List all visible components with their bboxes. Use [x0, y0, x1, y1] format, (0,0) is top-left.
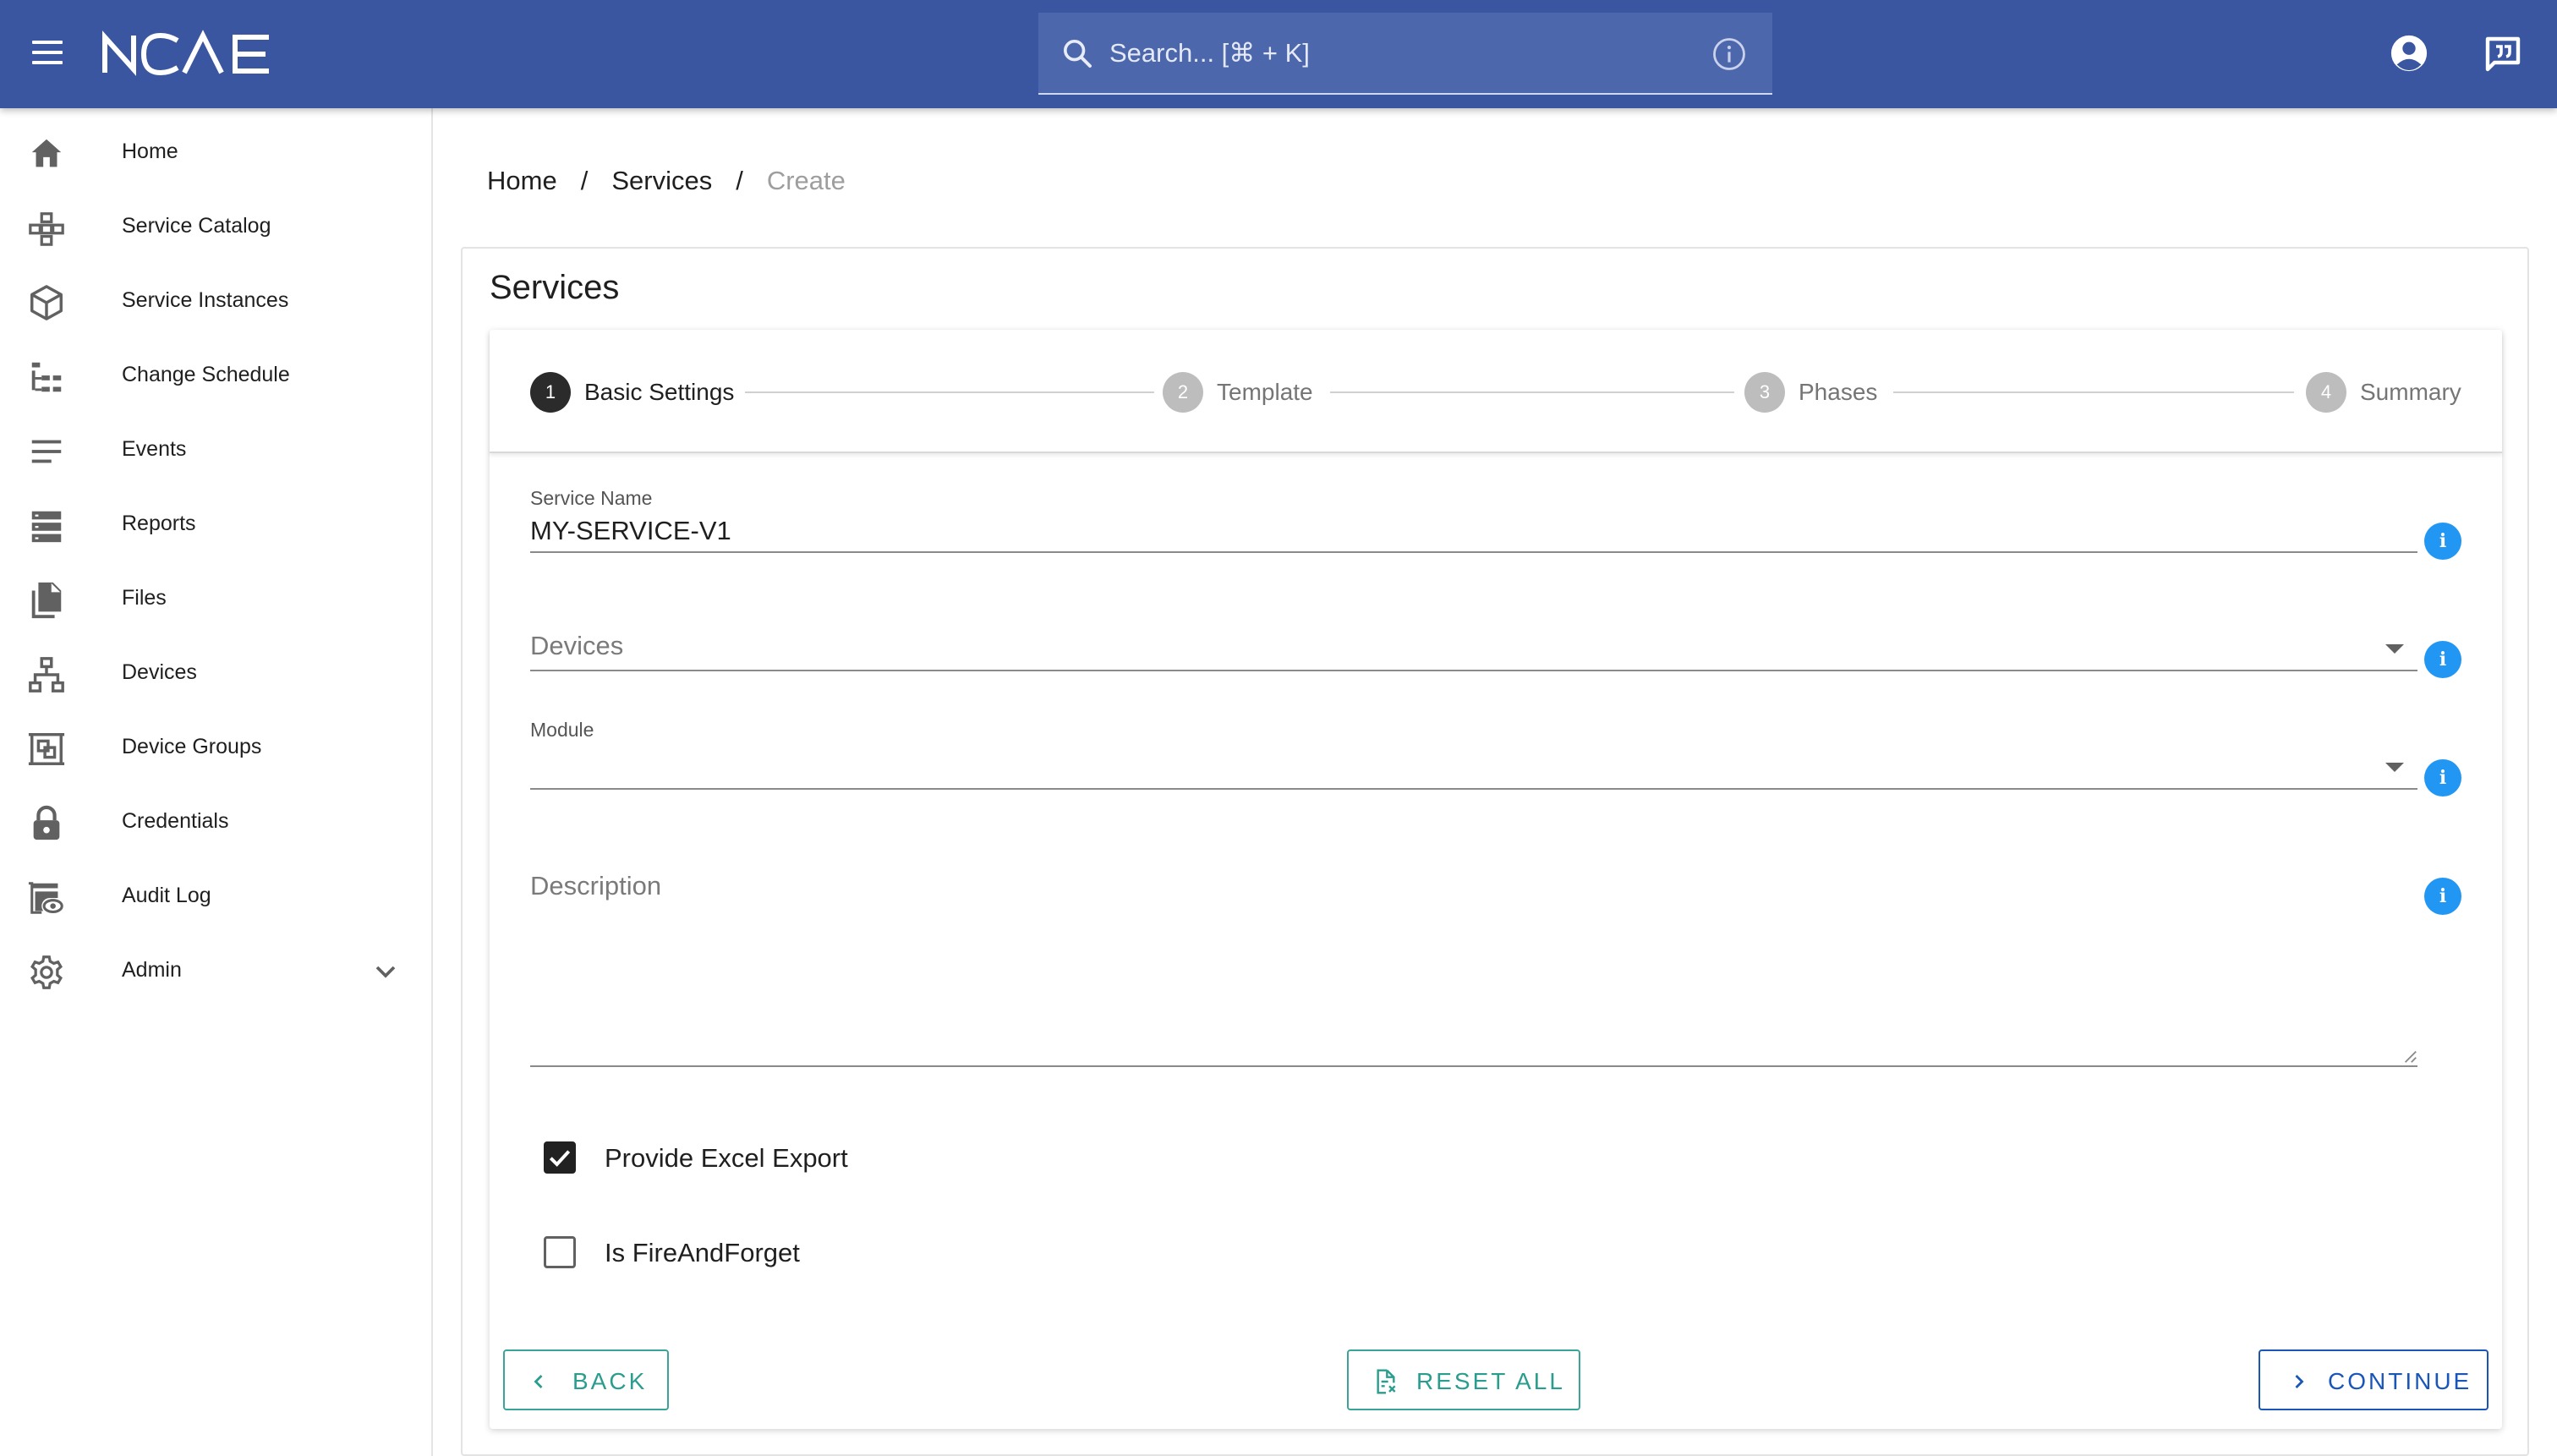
module-underline: [530, 788, 2417, 790]
sidebar-item-label: Credentials: [122, 809, 229, 833]
service-name-label: Service Name: [530, 487, 653, 509]
step-number: 1: [530, 372, 571, 413]
services-card: Services 1 Basic Settings 2 Template 3 P…: [461, 247, 2529, 1456]
stepper: 1 Basic Settings 2 Template 3 Phases 4 S…: [490, 330, 2502, 453]
sidebar-item-label: Change Schedule: [122, 363, 290, 386]
step-number: 3: [1744, 372, 1785, 413]
chevron-down-icon[interactable]: [369, 955, 402, 988]
lines-icon: [31, 440, 62, 463]
sidebar-item-label: Service Instances: [122, 288, 289, 312]
breadcrumb-home-link[interactable]: Home: [487, 166, 557, 196]
sidebar-item-audit-log[interactable]: Audit Log: [0, 860, 431, 934]
schedule-tree-icon: [31, 362, 62, 392]
sidebar-item-service-instances[interactable]: Service Instances: [0, 265, 431, 339]
sidebar-item-home[interactable]: Home: [0, 116, 431, 190]
network-icon: [29, 657, 64, 692]
gear-icon: [30, 955, 63, 989]
breadcrumb: Home / Services / Create: [487, 166, 846, 196]
catalog-icon: [29, 212, 64, 246]
module-dropdown-arrow-icon[interactable]: [2385, 763, 2404, 772]
provide-excel-export-checkbox[interactable]: [544, 1141, 576, 1174]
breadcrumb-current: Create: [766, 166, 846, 195]
hamburger-menu-icon[interactable]: [25, 34, 69, 74]
module-select[interactable]: [530, 744, 2374, 786]
step-connector: [1330, 391, 1734, 393]
resize-grip-icon[interactable]: [2402, 1048, 2417, 1064]
service-name-info-button[interactable]: i: [2424, 523, 2461, 560]
breadcrumb-separator: /: [580, 166, 589, 195]
step-label: Phases: [1799, 379, 1878, 405]
sidebar-item-label: Audit Log: [122, 884, 211, 907]
breadcrumb-services-link[interactable]: Services: [611, 166, 712, 196]
device-groups-icon: [28, 733, 65, 765]
sidebar-item-devices[interactable]: Devices: [0, 637, 431, 711]
sidebar-item-label: Devices: [122, 660, 197, 684]
sidebar-item-change-schedule[interactable]: Change Schedule: [0, 339, 431, 413]
description-textarea[interactable]: Description: [530, 871, 661, 901]
sidebar-item-files[interactable]: Files: [0, 562, 431, 637]
audit-log-icon: [28, 882, 63, 914]
continue-button-label: CONTINUE: [2328, 1368, 2472, 1394]
reports-icon: [31, 511, 62, 543]
sidebar-item-label: Reports: [122, 512, 196, 535]
step-connector: [745, 391, 1154, 393]
continue-button[interactable]: CONTINUE: [2259, 1349, 2489, 1410]
sidebar-item-label: Events: [122, 437, 187, 461]
chevron-right-icon: [2295, 1375, 2304, 1388]
global-search[interactable]: [1038, 13, 1772, 95]
is-fire-and-forget-checkbox[interactable]: [544, 1236, 576, 1268]
home-icon: [31, 139, 62, 167]
search-icon: [1064, 40, 1092, 68]
sidebar-item-label: Home: [122, 140, 178, 163]
sidebar-item-device-groups[interactable]: Device Groups: [0, 711, 431, 785]
sidebar-item-reports[interactable]: Reports: [0, 488, 431, 562]
breadcrumb-separator: /: [736, 166, 743, 195]
page-title: Services: [490, 269, 620, 306]
chevron-left-icon: [534, 1375, 543, 1388]
provide-excel-export-label: Provide Excel Export: [605, 1143, 848, 1173]
step-number: 2: [1163, 372, 1203, 413]
is-fire-and-forget-label: Is FireAndForget: [605, 1238, 800, 1267]
description-underline: [530, 1065, 2417, 1067]
devices-underline: [530, 670, 2417, 671]
files-icon: [31, 582, 62, 619]
step-connector: [1893, 391, 2294, 393]
step-label: Summary: [2360, 379, 2461, 405]
sidebar-item-label: Service Catalog: [122, 214, 271, 238]
sidebar-item-service-catalog[interactable]: Service Catalog: [0, 190, 431, 265]
reset-all-button[interactable]: RESET ALL: [1347, 1349, 1580, 1410]
ncae-logo[interactable]: [100, 29, 277, 79]
search-info-icon[interactable]: [1711, 36, 1747, 72]
search-input[interactable]: [1109, 30, 1701, 77]
sidebar-item-label: Device Groups: [122, 735, 262, 758]
module-info-button[interactable]: i: [2424, 759, 2461, 796]
create-service-form: 1 Basic Settings 2 Template 3 Phases 4 S…: [490, 330, 2502, 1429]
clear-document-icon: [1377, 1369, 1396, 1394]
service-name-input[interactable]: [530, 512, 2374, 550]
module-label: Module: [530, 719, 594, 741]
sidebar-item-admin[interactable]: Admin: [0, 934, 431, 1009]
lock-icon: [33, 805, 60, 840]
service-name-underline: [530, 551, 2417, 553]
cube-icon: [30, 285, 63, 320]
sidebar-item-credentials[interactable]: Credentials: [0, 785, 431, 860]
sidebar-item-label: Admin: [122, 958, 182, 982]
checkmark-icon: [549, 1150, 571, 1167]
feedback-icon[interactable]: [2483, 34, 2523, 74]
account-circle-icon[interactable]: [2390, 34, 2428, 73]
step-label: Template: [1217, 379, 1313, 405]
devices-select[interactable]: Devices: [530, 631, 623, 661]
description-info-button[interactable]: i: [2424, 878, 2461, 915]
reset-all-button-label: RESET ALL: [1416, 1368, 1565, 1394]
sidebar-item-events[interactable]: Events: [0, 413, 431, 488]
sidebar-nav: Home Service Catalog Service Instances C…: [0, 108, 433, 1456]
back-button[interactable]: BACK: [503, 1349, 669, 1410]
step-label: Basic Settings: [584, 379, 735, 405]
back-button-label: BACK: [572, 1368, 648, 1394]
step-number: 4: [2306, 372, 2346, 413]
top-app-bar: [0, 0, 2557, 108]
devices-dropdown-arrow-icon[interactable]: [2385, 644, 2404, 654]
devices-info-button[interactable]: i: [2424, 641, 2461, 678]
sidebar-item-label: Files: [122, 586, 167, 610]
